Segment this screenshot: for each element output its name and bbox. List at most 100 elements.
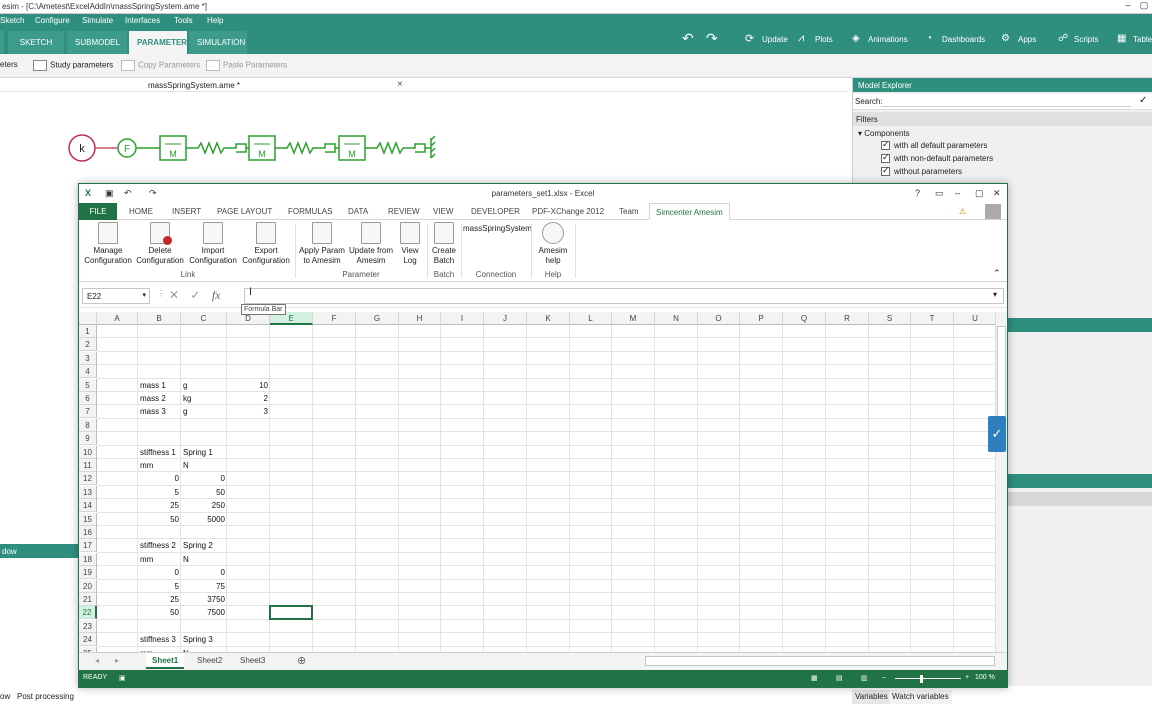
cell-B19[interactable]: 0: [138, 566, 181, 579]
cell-C5[interactable]: g: [181, 379, 189, 392]
cell-C17[interactable]: Spring 2: [181, 539, 215, 552]
sheet-tab-1[interactable]: Sheet1: [146, 653, 185, 669]
menu-interfaces[interactable]: Interfaces: [125, 16, 160, 25]
search-input[interactable]: [881, 96, 1131, 107]
cell-C22[interactable]: 7500: [181, 606, 227, 619]
cell-C21[interactable]: 3750: [181, 593, 227, 606]
next-sheet-icon[interactable]: ▸: [115, 656, 119, 665]
left-panel-header[interactable]: dow: [0, 544, 78, 558]
plots-icon[interactable]: ⩘: [798, 32, 804, 45]
cell-B20[interactable]: 5: [138, 580, 181, 593]
cell-C6[interactable]: kg: [181, 392, 193, 405]
components-node[interactable]: ▾ Components: [858, 129, 910, 138]
row-header-4[interactable]: 4: [79, 365, 97, 379]
bottom-left-tab[interactable]: ow: [0, 692, 10, 701]
tab-page-layout[interactable]: PAGE LAYOUT: [217, 203, 272, 220]
animations-button[interactable]: Animations: [868, 35, 908, 44]
cell-B21[interactable]: 25: [138, 593, 181, 606]
row-header-14[interactable]: 14: [79, 499, 97, 513]
cell-B12[interactable]: 0: [138, 472, 181, 485]
cell-B10[interactable]: stiffness 1: [138, 446, 178, 459]
apps-button[interactable]: Apps: [1018, 35, 1036, 44]
import-configuration-button[interactable]: Import Configuration: [187, 222, 239, 266]
table-button[interactable]: Table: [1133, 35, 1152, 44]
selected-cell[interactable]: [269, 605, 313, 620]
delete-configuration-button[interactable]: Delete Configuration: [135, 222, 185, 266]
cell-B18[interactable]: mm: [138, 553, 155, 566]
column-header-I[interactable]: I: [441, 312, 484, 325]
column-header-M[interactable]: M: [612, 312, 655, 325]
column-header-K[interactable]: K: [527, 312, 570, 325]
watch-variables-tab[interactable]: Watch variables: [889, 690, 952, 704]
row-header-21[interactable]: 21: [79, 593, 97, 606]
cell-B13[interactable]: 5: [138, 486, 181, 499]
variables-tab[interactable]: Variables: [852, 690, 891, 704]
tab-developer[interactable]: DEVELOPER: [471, 203, 520, 220]
column-header-B[interactable]: B: [138, 312, 181, 325]
tab-submodel[interactable]: SUBMODEL: [67, 31, 127, 54]
spreadsheet-grid[interactable]: A B C D E F G H I J K L M N O P Q R S T U 1 2 3 4 5 6 7 8 9 10 11 12 13 14…: [79, 312, 995, 652]
cell-B7[interactable]: mass 3: [138, 405, 168, 418]
row-header-13[interactable]: 13: [79, 485, 97, 499]
column-header-T[interactable]: T: [911, 312, 954, 325]
column-header-F[interactable]: F: [313, 312, 356, 325]
tab-parameter[interactable]: PARAMETER: [129, 31, 187, 54]
mass-3-icon[interactable]: M: [338, 135, 366, 161]
cell-C19[interactable]: 0: [181, 566, 227, 579]
maximize-icon[interactable]: ▢: [1136, 0, 1152, 14]
dashboards-button[interactable]: Dashboards: [942, 35, 985, 44]
row-header-6[interactable]: 6: [79, 392, 97, 405]
cell-B6[interactable]: mass 2: [138, 392, 168, 405]
checkbox-icon[interactable]: [881, 152, 890, 164]
cell-B22[interactable]: 50: [138, 606, 181, 619]
side-check-icon[interactable]: ✓: [988, 416, 1006, 452]
column-header-N[interactable]: N: [655, 312, 698, 325]
page-layout-view-icon[interactable]: ▤: [836, 674, 843, 682]
collapse-ribbon-icon[interactable]: ⌃: [993, 268, 1001, 279]
tab-home[interactable]: HOME: [129, 203, 153, 220]
page-break-view-icon[interactable]: ▥: [861, 674, 868, 682]
export-configuration-button[interactable]: Export Configuration: [240, 222, 292, 266]
apps-icon[interactable]: ⚙: [1001, 33, 1010, 44]
tab-simcenter-amesim[interactable]: Simcenter Amesim: [649, 203, 730, 220]
menu-tools[interactable]: Tools: [174, 16, 193, 25]
column-header-O[interactable]: O: [698, 312, 740, 325]
tab-data[interactable]: DATA: [348, 203, 368, 220]
column-header-Q[interactable]: Q: [783, 312, 826, 325]
filter-non-default-params[interactable]: with non-default parameters: [881, 152, 993, 164]
sheet-tab-3[interactable]: Sheet3: [234, 653, 271, 669]
avatar[interactable]: [985, 204, 1001, 219]
tab-file[interactable]: FILE: [79, 203, 117, 220]
chevron-down-icon[interactable]: ▾: [142, 291, 146, 299]
menu-sketch[interactable]: Sketch: [0, 16, 24, 25]
update-button[interactable]: Update: [762, 35, 788, 44]
search-check-icon[interactable]: ✓: [1139, 95, 1147, 106]
filter-default-params[interactable]: with all default parameters: [881, 139, 987, 151]
cell-C13[interactable]: 50: [181, 486, 227, 499]
ribbon-display-icon[interactable]: ▭: [935, 188, 944, 199]
row-header-2[interactable]: 2: [79, 338, 97, 352]
cell-C18[interactable]: N: [181, 553, 191, 566]
table-icon[interactable]: ▦: [1117, 33, 1126, 44]
row-header-7[interactable]: 7: [79, 405, 97, 419]
cell-C15[interactable]: 5000: [181, 513, 227, 526]
post-processing-tab[interactable]: Post processing: [17, 692, 74, 701]
row-header-5[interactable]: 5: [79, 378, 97, 392]
row-header-11[interactable]: 11: [79, 459, 97, 472]
zoom-level[interactable]: 100 %: [975, 674, 995, 681]
cell-B17[interactable]: stiffness 2: [138, 539, 178, 552]
tab-review[interactable]: REVIEW: [388, 203, 420, 220]
column-header-R[interactable]: R: [826, 312, 869, 325]
close-icon[interactable]: ✕: [993, 188, 1001, 199]
redo-icon[interactable]: ↷: [706, 30, 718, 47]
tab-simulation[interactable]: SIMULATION: [189, 31, 247, 54]
zoom-slider[interactable]: [895, 678, 961, 679]
menu-help[interactable]: Help: [207, 16, 223, 25]
cell-B15[interactable]: 50: [138, 513, 181, 526]
cell-C11[interactable]: N: [181, 459, 191, 472]
mass-1-icon[interactable]: M: [159, 135, 187, 161]
tab-pdf-xchange[interactable]: PDF-XChange 2012: [532, 203, 604, 220]
scripts-icon[interactable]: ☍: [1058, 33, 1068, 44]
apply-param-button[interactable]: Apply Param to Amesim: [297, 222, 347, 266]
zoom-out-icon[interactable]: –: [882, 674, 886, 681]
